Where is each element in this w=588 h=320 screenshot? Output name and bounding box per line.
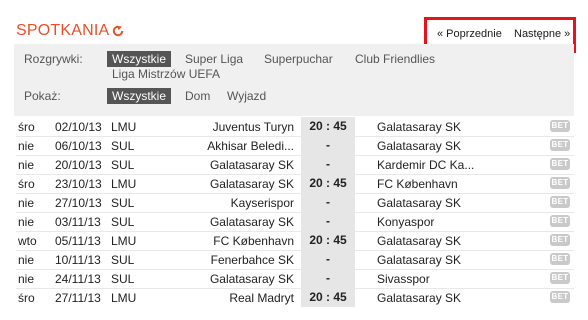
bet-button[interactable]: BET xyxy=(550,120,570,132)
match-away-team[interactable]: Kardemir DC Ka... xyxy=(377,158,474,172)
filter-panel: Rozgrywki: Wszystkie Super Liga Superpuc… xyxy=(14,44,574,116)
match-date: 06/10/13 xyxy=(55,139,102,153)
match-day: nie xyxy=(18,253,35,267)
section-title: SPOTKANIA xyxy=(16,22,125,40)
match-home-team[interactable]: Galatasaray SK xyxy=(210,215,294,229)
filter-competition-superpuchar[interactable]: Superpuchar xyxy=(259,51,338,67)
bet-button[interactable]: BET xyxy=(550,196,570,208)
match-date: 23/10/13 xyxy=(55,177,102,191)
match-home-team[interactable]: Fenerbahce SK xyxy=(211,253,294,267)
match-day: nie xyxy=(18,196,35,210)
match-competition: LMU xyxy=(111,177,137,191)
match-home-team[interactable]: FC København xyxy=(213,234,294,248)
match-row[interactable]: śro 27/11/13 LMU Real Madryt 20 : 45 Gal… xyxy=(0,288,588,307)
match-row[interactable]: śro 02/10/13 LMU Juventus Turyn 20 : 45 … xyxy=(0,117,588,136)
match-competition: SUL xyxy=(111,272,135,286)
match-away-team[interactable]: Galatasaray SK xyxy=(377,234,461,248)
match-score[interactable]: - xyxy=(301,136,355,155)
match-home-team[interactable]: Galatasaray SK xyxy=(210,272,294,286)
match-competition: SUL xyxy=(111,215,135,229)
match-day: nie xyxy=(18,158,35,172)
filter-competition-liga-mistrzow[interactable]: Liga Mistrzów UEFA xyxy=(107,66,225,82)
filter-show-away[interactable]: Wyjazd xyxy=(222,88,271,104)
filter-competition-super-liga[interactable]: Super Liga xyxy=(180,51,248,67)
match-row[interactable]: nie 27/10/13 SUL Kayserispor - Galatasar… xyxy=(0,193,588,212)
match-row[interactable]: śro 23/10/13 LMU Galatasaray SK 20 : 45 … xyxy=(0,174,588,193)
match-score[interactable]: - xyxy=(301,212,355,231)
match-home-team[interactable]: Juventus Turyn xyxy=(213,120,294,134)
match-score[interactable]: 20 : 45 xyxy=(301,288,355,307)
match-competition: SUL xyxy=(111,158,135,172)
section-title-text: SPOTKANIA xyxy=(16,22,110,39)
match-row[interactable]: nie 20/10/13 SUL Galatasaray SK - Kardem… xyxy=(0,155,588,174)
bet-button[interactable]: BET xyxy=(550,139,570,151)
match-away-team[interactable]: Galatasaray SK xyxy=(377,291,461,305)
match-date: 27/10/13 xyxy=(55,196,102,210)
match-row[interactable]: wto 05/11/13 LMU FC København 20 : 45 Ga… xyxy=(0,231,588,250)
match-score[interactable]: - xyxy=(301,155,355,174)
match-home-team[interactable]: Kayserispor xyxy=(231,196,294,210)
match-competition: SUL xyxy=(111,196,135,210)
match-away-team[interactable]: Galatasaray SK xyxy=(377,253,461,267)
match-date: 10/11/13 xyxy=(55,253,101,267)
show-label: Pokaż: xyxy=(24,89,61,103)
bet-button[interactable]: BET xyxy=(550,234,570,246)
bet-button[interactable]: BET xyxy=(550,272,570,284)
match-row[interactable]: nie 10/11/13 SUL Fenerbahce SK - Galatas… xyxy=(0,250,588,269)
match-day: nie xyxy=(18,272,35,286)
filter-competition-all[interactable]: Wszystkie xyxy=(107,51,171,67)
competitions-label: Rozgrywki: xyxy=(24,52,83,66)
match-away-team[interactable]: Konyaspor xyxy=(377,215,434,229)
match-row[interactable]: nie 24/11/13 SUL Galatasaray SK - Sivass… xyxy=(0,269,588,288)
match-away-team[interactable]: Galatasaray SK xyxy=(377,196,461,210)
match-day: wto xyxy=(18,234,37,248)
match-date: 05/11/13 xyxy=(55,234,101,248)
match-away-team[interactable]: Galatasaray SK xyxy=(377,120,461,134)
bet-button[interactable]: BET xyxy=(550,177,570,189)
match-competition: SUL xyxy=(111,139,135,153)
match-score[interactable]: - xyxy=(301,193,355,212)
match-date: 20/10/13 xyxy=(55,158,102,172)
match-day: śro xyxy=(18,177,35,191)
match-date: 02/10/13 xyxy=(55,120,102,134)
match-score[interactable]: 20 : 45 xyxy=(301,117,355,136)
filter-competition-club-friendlies[interactable]: Club Friendlies xyxy=(350,51,440,67)
match-home-team[interactable]: Akhisar Beledi... xyxy=(207,139,294,153)
match-day: śro xyxy=(18,120,35,134)
bet-button[interactable]: BET xyxy=(550,253,570,265)
match-day: nie xyxy=(18,139,35,153)
match-day: nie xyxy=(18,215,35,229)
filter-show-all[interactable]: Wszystkie xyxy=(107,88,171,104)
match-day: śro xyxy=(18,291,35,305)
match-row[interactable]: nie 03/11/13 SUL Galatasaray SK - Konyas… xyxy=(0,212,588,231)
match-away-team[interactable]: FC København xyxy=(377,177,458,191)
match-home-team[interactable]: Real Madryt xyxy=(229,291,294,305)
match-home-team[interactable]: Galatasaray SK xyxy=(210,158,294,172)
match-score[interactable]: 20 : 45 xyxy=(301,231,355,250)
filter-show-home[interactable]: Dom xyxy=(180,88,215,104)
match-date: 27/11/13 xyxy=(55,291,101,305)
match-score[interactable]: - xyxy=(301,250,355,269)
match-away-team[interactable]: Galatasaray SK xyxy=(377,139,461,153)
bet-button[interactable]: BET xyxy=(550,215,570,227)
match-away-team[interactable]: Sivasspor xyxy=(377,272,430,286)
match-score[interactable]: 20 : 45 xyxy=(301,174,355,193)
next-link[interactable]: Następne » xyxy=(514,28,570,40)
match-score[interactable]: - xyxy=(301,269,355,288)
match-date: 24/11/13 xyxy=(55,272,101,286)
match-competition: LMU xyxy=(111,291,137,305)
previous-link[interactable]: « Poprzednie xyxy=(437,28,502,40)
bet-button[interactable]: BET xyxy=(550,158,570,170)
match-row[interactable]: nie 06/10/13 SUL Akhisar Beledi... - Gal… xyxy=(0,136,588,155)
match-competition: LMU xyxy=(111,120,137,134)
match-competition: LMU xyxy=(111,234,137,248)
match-home-team[interactable]: Galatasaray SK xyxy=(210,177,294,191)
circular-arrow-icon[interactable] xyxy=(112,25,125,37)
match-date: 03/11/13 xyxy=(55,215,101,229)
bet-button[interactable]: BET xyxy=(550,291,570,303)
match-competition: SUL xyxy=(111,253,135,267)
